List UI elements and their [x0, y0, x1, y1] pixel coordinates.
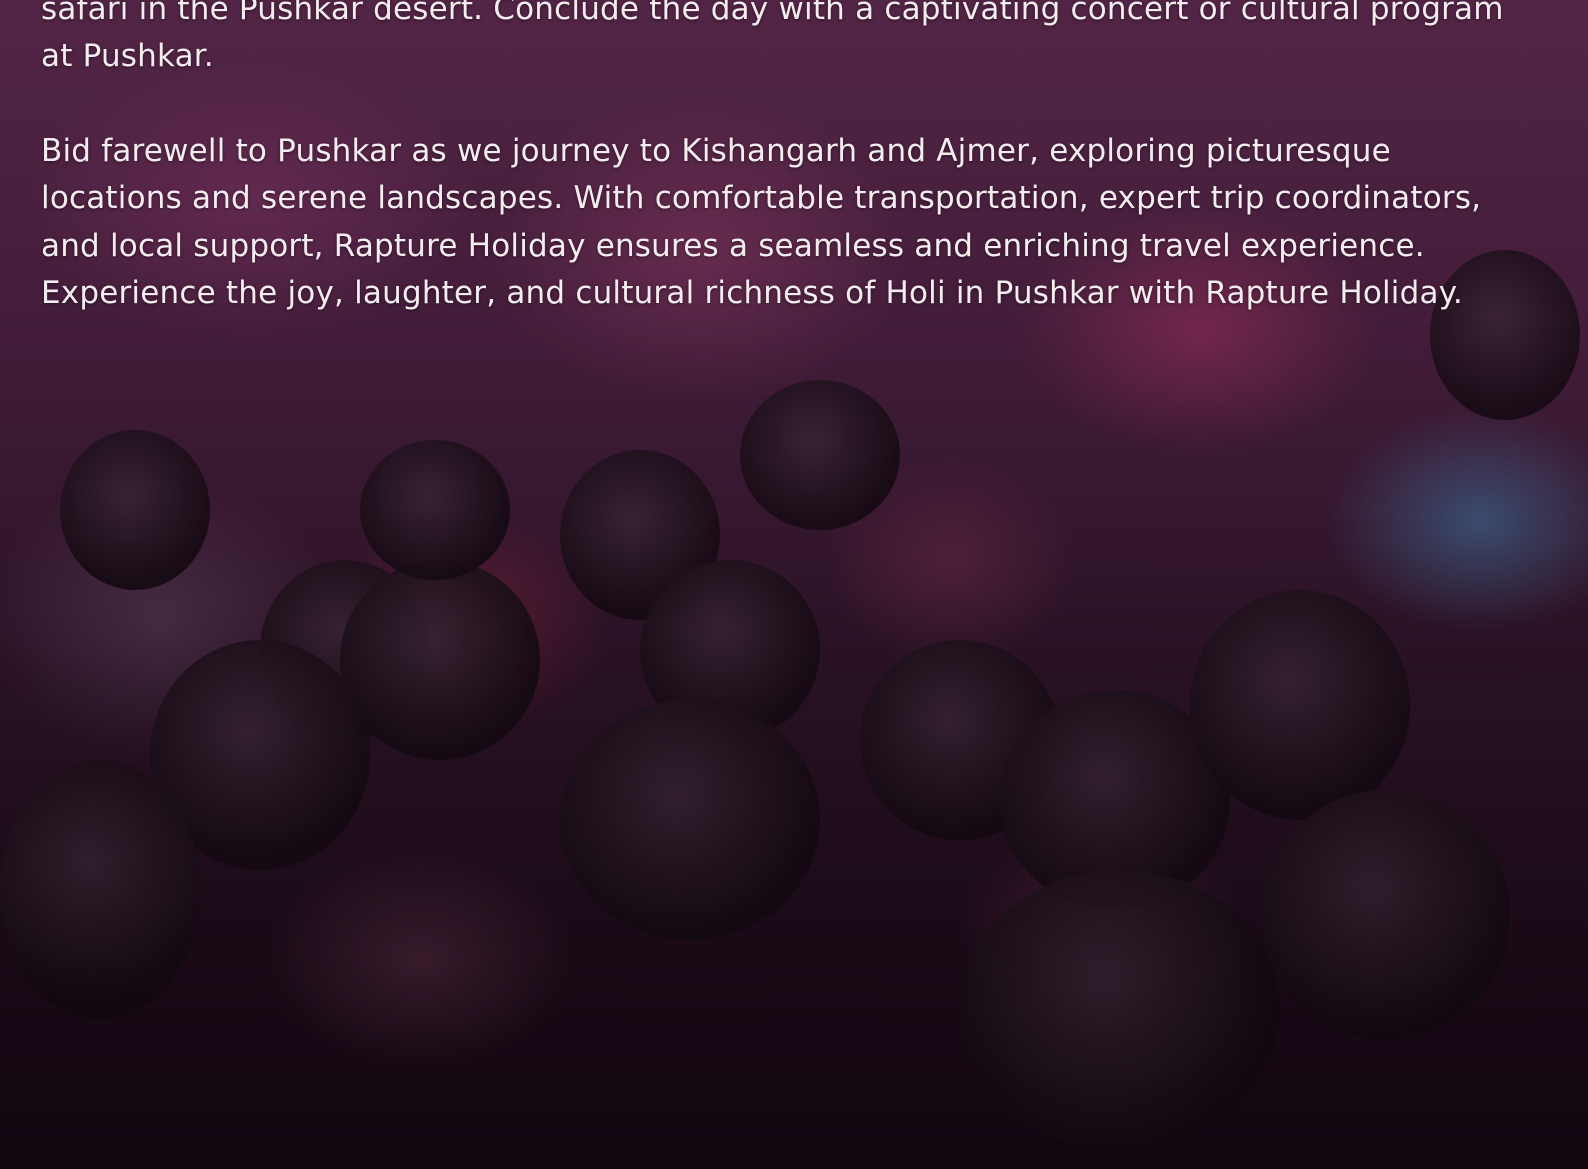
paragraph-3: Experience the joy, laughter, and cultur… — [41, 275, 1463, 312]
paragraph-1: safari in the Pushkar desert. Conclude t… — [41, 0, 1504, 75]
itinerary-text: safari in the Pushkar desert. Conclude t… — [41, 0, 1541, 317]
paragraph-2: Bid farewell to Pushkar as we journey to… — [41, 132, 1482, 264]
page: safari in the Pushkar desert. Conclude t… — [0, 0, 1588, 1169]
